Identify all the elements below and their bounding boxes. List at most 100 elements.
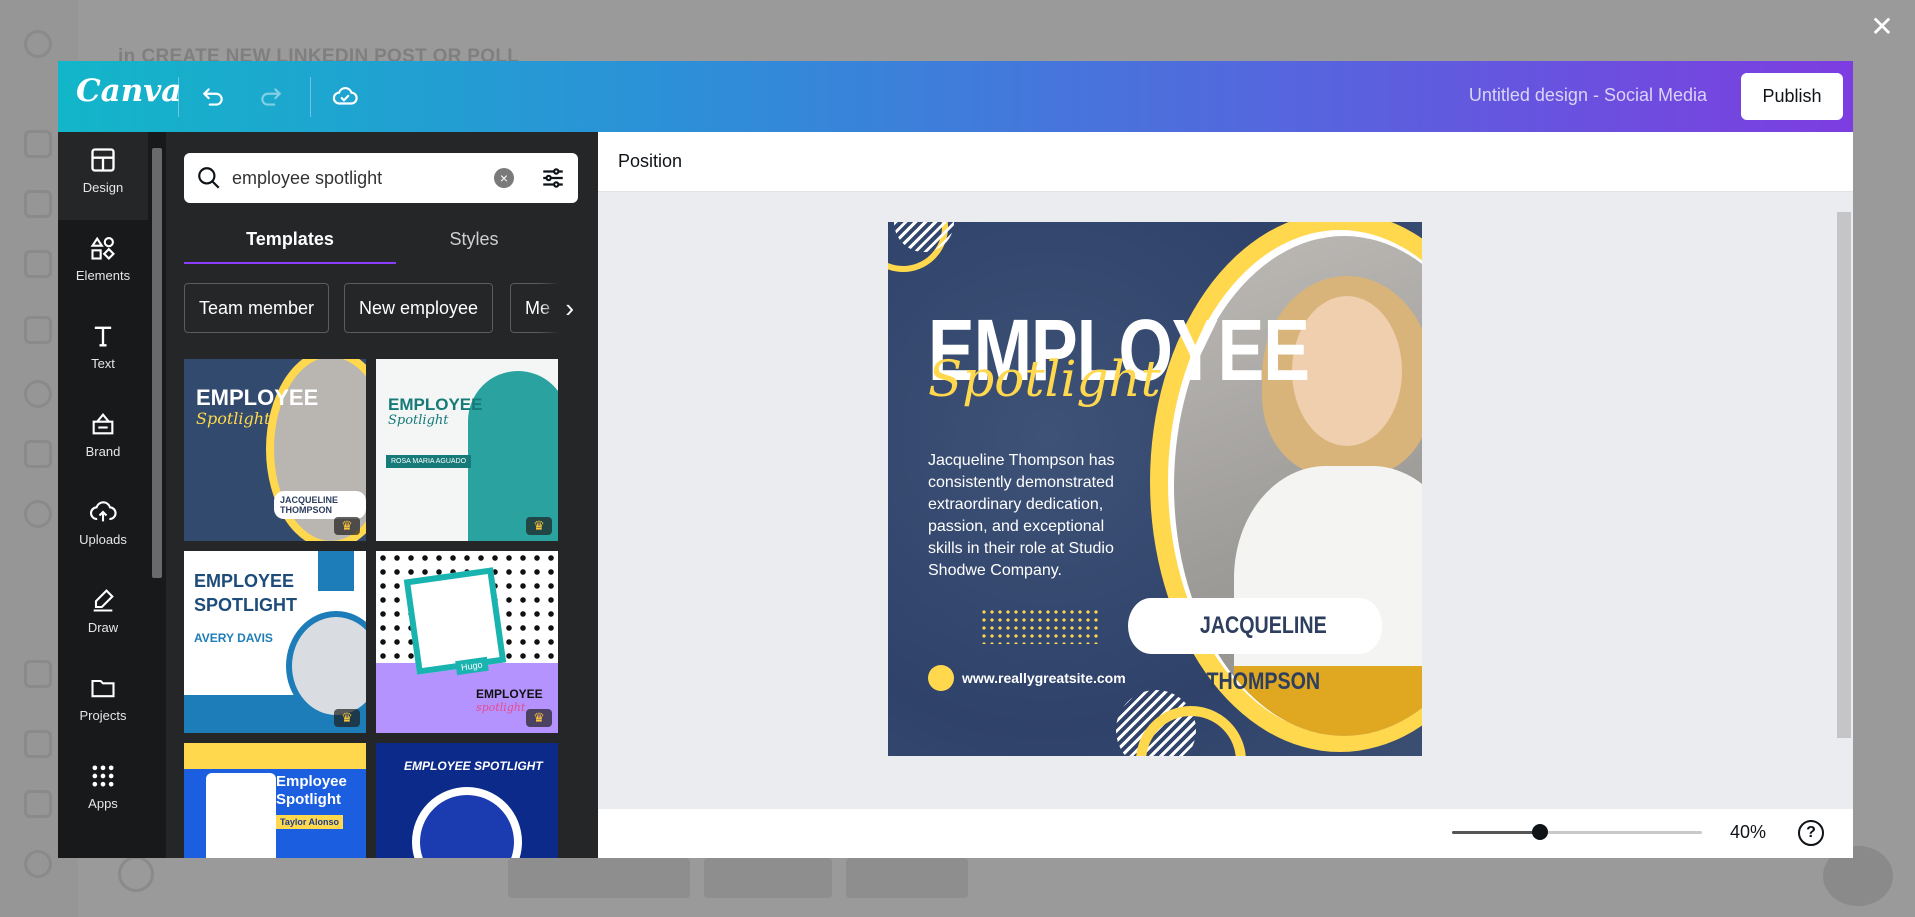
background-avatar (118, 856, 154, 892)
cloud-saved-icon[interactable] (328, 80, 362, 114)
rail-item-draw[interactable]: Draw (58, 572, 148, 660)
rail-item-brand[interactable]: Brand (58, 396, 148, 484)
rail-item-text[interactable]: Text (58, 308, 148, 396)
tab-templates[interactable]: Templates (184, 222, 396, 264)
grid-icon (24, 130, 52, 158)
search-icon (198, 167, 220, 189)
design-title[interactable]: Untitled design - Social Media (1469, 85, 1707, 106)
premium-crown-icon: ♛ (526, 517, 552, 535)
template-card[interactable]: EMPLOYEE SPOTLIGHT AVERY DAVIS ♛ (184, 551, 366, 733)
tab-styles[interactable]: Styles (368, 222, 580, 264)
panel-tabs: Templates Styles (184, 222, 578, 264)
chart-icon (24, 380, 52, 408)
templates-panel: × Templates Styles Team member New emplo… (166, 132, 648, 858)
position-button[interactable]: Position (618, 151, 682, 172)
rail-item-apps[interactable]: Apps (58, 748, 148, 836)
rail-item-uploads[interactable]: Uploads (58, 484, 148, 572)
canva-editor-modal: Canva Untitled design - Social Media Pub… (58, 61, 1853, 858)
template-subtitle: spotlight (476, 701, 526, 714)
template-card[interactable]: Employee Spotlight Taylor Alonso (184, 743, 366, 858)
rail-item-elements[interactable]: Elements (58, 220, 148, 308)
template-photo (412, 787, 522, 858)
template-subtitle: Spotlight (196, 409, 271, 428)
suggestion-chips: Team member New employee Me › (184, 283, 584, 333)
design-script-text[interactable]: Spotlight (928, 350, 1161, 408)
template-card[interactable]: EMPLOYEE SPOTLIGHT (376, 743, 558, 858)
chevron-right-icon[interactable]: › (540, 283, 580, 333)
background-button (846, 858, 968, 898)
rail-label: Elements (75, 268, 131, 283)
template-card[interactable]: EMPLOYEE Spotlight ROSA MARIA AGUADO ♛ (376, 359, 558, 541)
template-name: AVERY DAVIS (194, 631, 273, 645)
zoom-slider-knob[interactable] (1531, 824, 1548, 840)
publish-button[interactable]: Publish (1741, 73, 1843, 120)
zoom-level[interactable]: 40% (1718, 822, 1778, 843)
brand-icon (92, 413, 114, 435)
help-icon[interactable]: ? (1798, 820, 1824, 846)
template-card[interactable]: EMPLOYEE Spotlight JACQUELINE THOMPSON ♛ (184, 359, 366, 541)
template-title: EMPLOYEE (476, 687, 543, 701)
template-grid: EMPLOYEE Spotlight JACQUELINE THOMPSON ♛… (184, 359, 576, 858)
globe-icon (928, 665, 954, 691)
template-band (184, 743, 366, 769)
template-name: JACQUELINE THOMPSON (274, 491, 366, 519)
editor-footer: 40% ? (598, 809, 1853, 858)
design-name-pill[interactable]: JACQUELINE THOMPSON (1128, 598, 1383, 695)
edit-icon (24, 190, 52, 218)
canvas-area: EMPLOYEE Spotlight Jacqueline Thompson h… (598, 192, 1853, 809)
template-title: EMPLOYEE (196, 385, 319, 410)
scroll-thumb[interactable] (152, 148, 162, 578)
canvas-scrollbar[interactable] (1837, 212, 1851, 738)
design-page[interactable]: EMPLOYEE Spotlight Jacqueline Thompson h… (888, 222, 1422, 756)
close-modal-button[interactable]: ✕ (1867, 12, 1897, 42)
chip-team-member[interactable]: Team member (184, 283, 330, 333)
filter-icon[interactable] (540, 165, 566, 191)
search-box: × (184, 153, 578, 203)
app-logo-icon (24, 30, 52, 58)
rail-item-design[interactable]: Design (58, 132, 148, 220)
dot-icon (24, 730, 52, 758)
premium-crown-icon: ♛ (526, 709, 552, 727)
layout-icon (91, 148, 115, 172)
user-icon (24, 850, 52, 878)
rail-label: Apps (88, 796, 118, 811)
template-card[interactable]: Hugo EMPLOYEE spotlight ♛ (376, 551, 558, 733)
clear-search-icon[interactable]: × (494, 168, 514, 188)
bell-icon (24, 790, 52, 818)
template-name: ROSA MARIA AGUADO (386, 455, 472, 468)
template-title: EMPLOYEE SPOTLIGHT (404, 759, 543, 773)
toolbar-divider (178, 77, 179, 117)
zoom-slider-fill (1452, 831, 1540, 834)
editor-toolbar: Position (598, 132, 1853, 192)
cloud-upload-icon (89, 501, 117, 522)
design-body-text[interactable]: Jacqueline Thompson has consistently dem… (928, 450, 1128, 582)
decor-dots (980, 608, 1100, 644)
design-website-text[interactable]: www.reallygreatsite.com (962, 670, 1126, 686)
template-title: EMPLOYEE (388, 395, 483, 414)
rail-item-projects[interactable]: Projects (58, 660, 148, 748)
template-title: Employee Spotlight (276, 773, 347, 808)
rail-label: Projects (79, 708, 127, 723)
text-icon (94, 326, 112, 347)
cloud-icon (24, 440, 52, 468)
rail-scrollbar[interactable] (148, 132, 166, 858)
settings-icon (24, 500, 52, 528)
template-name: Taylor Alonso (276, 815, 344, 829)
premium-crown-icon: ♛ (334, 709, 360, 727)
pen-icon (93, 589, 114, 612)
rail-label: Text (91, 356, 115, 371)
zoom-slider[interactable] (1452, 824, 1702, 840)
shapes-icon (90, 236, 115, 260)
apps-grid-icon (92, 765, 114, 787)
folder-icon (91, 679, 115, 698)
template-subtitle: Spotlight (388, 413, 449, 428)
twitter-icon (24, 660, 52, 688)
document-icon (24, 250, 52, 278)
side-rail: Design Elements Text Brand Uploads Draw … (58, 132, 148, 858)
template-photo (206, 773, 276, 858)
undo-icon[interactable] (196, 80, 230, 114)
redo-icon[interactable] (254, 80, 288, 114)
background-button (704, 858, 832, 898)
search-input[interactable] (232, 163, 482, 193)
chip-new-employee[interactable]: New employee (344, 283, 494, 333)
